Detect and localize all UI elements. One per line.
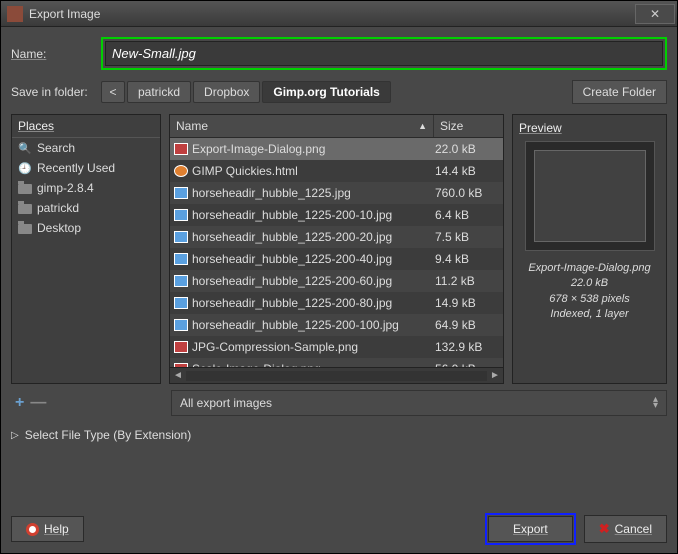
breadcrumb-segment[interactable]: Gimp.org Tutorials xyxy=(262,81,390,103)
jpg-file-icon xyxy=(174,253,188,265)
file-name: Export-Image-Dialog.png xyxy=(192,142,325,156)
name-highlight xyxy=(101,37,667,70)
file-size: 9.4 kB xyxy=(429,252,499,266)
folder-icon xyxy=(18,204,32,214)
places-panel: Places Search Recently Used gimp-2.8.4 patr… xyxy=(11,114,161,384)
jpg-file-icon xyxy=(174,275,188,287)
file-name: JPG-Compression-Sample.png xyxy=(192,340,358,354)
file-size: 760.0 kB xyxy=(429,186,499,200)
folder-icon xyxy=(18,224,32,234)
file-size: 6.4 kB xyxy=(429,208,499,222)
file-row[interactable]: horseheadir_hubble_1225-200-10.jpg 6.4 kB xyxy=(170,204,503,226)
file-row[interactable]: JPG-Compression-Sample.png 132.9 kB xyxy=(170,336,503,358)
column-size-header[interactable]: Size xyxy=(433,115,503,137)
breadcrumb-segment[interactable]: Dropbox xyxy=(193,81,260,103)
file-size: 11.2 kB xyxy=(429,274,499,288)
file-row[interactable]: Scale-Image-Dialog.png56.0 kB xyxy=(170,358,503,367)
window-title: Export Image xyxy=(29,7,100,21)
sort-asc-icon: ▲ xyxy=(418,121,427,131)
select-file-type-expander[interactable]: ▷ Select File Type (By Extension) xyxy=(11,428,667,442)
png-file-icon xyxy=(174,341,188,353)
file-size: 14.9 kB xyxy=(429,296,499,310)
export-highlight: Export xyxy=(485,513,576,545)
preview-filename: Export-Image-Dialog.png xyxy=(528,261,650,276)
jpg-file-icon xyxy=(174,319,188,331)
scroll-left-icon[interactable]: ◄ xyxy=(170,370,186,381)
export-button[interactable]: Export xyxy=(488,516,573,542)
search-icon xyxy=(18,141,32,155)
preview-size: 22.0 kB xyxy=(528,276,650,291)
file-size: 132.9 kB xyxy=(429,340,499,354)
file-name: horseheadir_hubble_1225-200-100.jpg xyxy=(192,318,399,332)
h-scrollbar[interactable]: ◄ ► xyxy=(170,367,503,383)
file-size: 14.4 kB xyxy=(429,164,499,178)
html-file-icon xyxy=(174,165,188,177)
add-bookmark-button[interactable]: + xyxy=(15,394,24,412)
file-row[interactable]: horseheadir_hubble_1225-200-40.jpg 9.4 kB xyxy=(170,248,503,270)
jpg-file-icon xyxy=(174,187,188,199)
preview-dims: 678 × 538 pixels xyxy=(528,292,650,307)
close-button[interactable]: ✕ xyxy=(635,4,675,24)
file-size: 22.0 kB xyxy=(429,142,499,156)
cancel-button[interactable]: ✖ Cancel xyxy=(584,515,667,543)
file-name: horseheadir_hubble_1225-200-10.jpg xyxy=(192,208,392,222)
file-type-filter[interactable]: All export images ▴▾ xyxy=(171,390,667,416)
triangle-right-icon: ▷ xyxy=(11,430,19,441)
file-row[interactable]: horseheadir_hubble_1225-200-20.jpg 7.5 kB xyxy=(170,226,503,248)
export-dialog: Export Image ✕ Name: Save in folder: < p… xyxy=(0,0,678,554)
places-item[interactable]: Desktop xyxy=(12,218,160,238)
save-folder-label: Save in folder: xyxy=(11,85,101,99)
filename-input[interactable] xyxy=(105,41,663,66)
places-item-label: gimp-2.8.4 xyxy=(37,181,94,195)
file-row[interactable]: horseheadir_hubble_1225-200-60.jpg 11.2 k… xyxy=(170,270,503,292)
places-header[interactable]: Places xyxy=(12,115,160,138)
places-item[interactable]: Recently Used xyxy=(12,158,160,178)
places-item-label: Desktop xyxy=(37,221,81,235)
breadcrumb: < patrickdDropboxGimp.org Tutorials xyxy=(101,81,572,103)
file-name: horseheadir_hubble_1225-200-40.jpg xyxy=(192,252,392,266)
file-name: horseheadir_hubble_1225.jpg xyxy=(192,186,351,200)
file-row[interactable]: horseheadir_hubble_1225-200-80.jpg 14.9 k… xyxy=(170,292,503,314)
chevron-updown-icon: ▴▾ xyxy=(653,397,658,409)
preview-panel: Preview Export-Image-Dialog.png 22.0 kB … xyxy=(512,114,667,384)
file-row[interactable]: Export-Image-Dialog.png 22.0 kB xyxy=(170,138,503,160)
places-item-label: Recently Used xyxy=(37,161,115,175)
preview-header: Preview xyxy=(519,121,562,135)
places-item[interactable]: patrickd xyxy=(12,198,160,218)
jpg-file-icon xyxy=(174,297,188,309)
file-size: 64.9 kB xyxy=(429,318,499,332)
recent-icon xyxy=(18,161,32,175)
titlebar[interactable]: Export Image ✕ xyxy=(1,1,677,27)
files-panel: Name ▲ Size Export-Image-Dialog.png 22.0 … xyxy=(169,114,504,384)
file-row[interactable]: horseheadir_hubble_1225.jpg 760.0 kB xyxy=(170,182,503,204)
breadcrumb-back[interactable]: < xyxy=(101,81,125,103)
column-name-header[interactable]: Name ▲ xyxy=(170,115,433,137)
file-name: GIMP Quickies.html xyxy=(192,164,298,178)
file-name: horseheadir_hubble_1225-200-60.jpg xyxy=(192,274,392,288)
app-icon xyxy=(7,6,23,22)
breadcrumb-segment[interactable]: patrickd xyxy=(127,81,191,103)
file-name: horseheadir_hubble_1225-200-20.jpg xyxy=(192,230,392,244)
file-name: horseheadir_hubble_1225-200-80.jpg xyxy=(192,296,392,310)
remove-bookmark-button[interactable]: ― xyxy=(30,394,46,412)
file-row[interactable]: GIMP Quickies.html 14.4 kB xyxy=(170,160,503,182)
png-file-icon xyxy=(174,143,188,155)
places-item-label: Search xyxy=(37,141,75,155)
create-folder-button[interactable]: Create Folder xyxy=(572,80,667,104)
file-row[interactable]: horseheadir_hubble_1225-200-100.jpg 64.9 … xyxy=(170,314,503,336)
places-item-label: patrickd xyxy=(37,201,79,215)
jpg-file-icon xyxy=(174,231,188,243)
folder-icon xyxy=(18,184,32,194)
scroll-right-icon[interactable]: ► xyxy=(487,370,503,381)
preview-thumbnail xyxy=(525,141,655,251)
name-label: Name: xyxy=(11,47,101,61)
help-button[interactable]: Help xyxy=(11,516,84,542)
cancel-icon: ✖ xyxy=(599,521,610,537)
places-item[interactable]: gimp-2.8.4 xyxy=(12,178,160,198)
preview-mode: Indexed, 1 layer xyxy=(528,307,650,322)
places-item[interactable]: Search xyxy=(12,138,160,158)
file-size: 7.5 kB xyxy=(429,230,499,244)
jpg-file-icon xyxy=(174,209,188,221)
help-icon xyxy=(26,523,39,536)
